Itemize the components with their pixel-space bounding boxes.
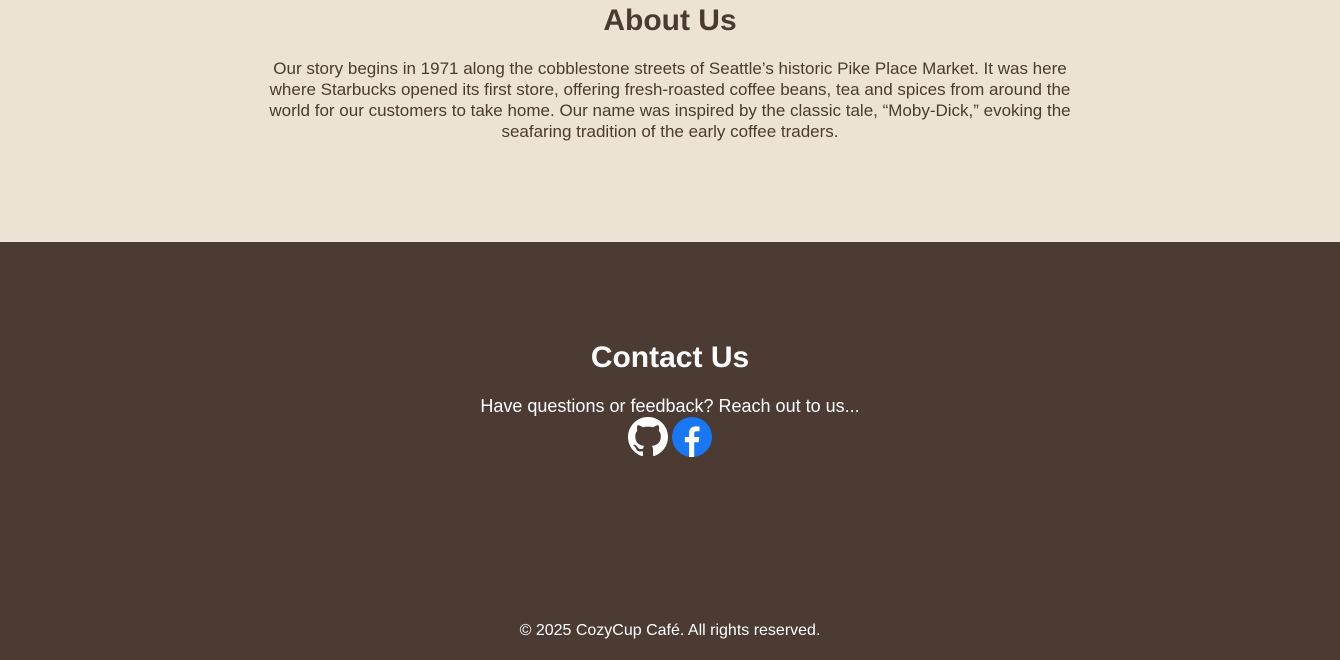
contact-section: Contact Us Have questions or feedback? R…: [0, 242, 1340, 660]
contact-lead: Have questions or feedback? Reach out to…: [480, 396, 860, 416]
social-links: [0, 417, 1340, 457]
copyright-text: © 2025 CozyCup Café. All rights reserved…: [519, 622, 821, 639]
about-section: About Us Our story begins in 1971 along …: [0, 0, 1340, 242]
about-title: About Us: [603, 4, 737, 37]
github-link[interactable]: [628, 417, 668, 457]
facebook-icon: [672, 417, 712, 457]
github-icon: [628, 417, 668, 457]
about-body: Our story begins in 1971 along the cobbl…: [269, 59, 1071, 141]
facebook-link[interactable]: [672, 417, 712, 457]
contact-title: Contact Us: [590, 341, 750, 374]
